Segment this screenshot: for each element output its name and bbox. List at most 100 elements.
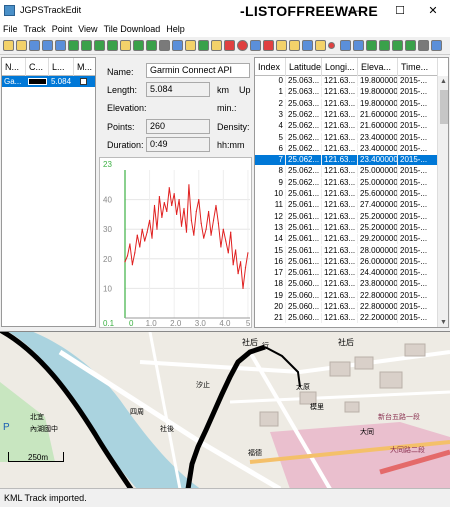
column-elevation[interactable]: Eleva... bbox=[358, 58, 398, 76]
track-row[interactable]: Ga... 5.084 bbox=[2, 76, 95, 87]
record-icon[interactable] bbox=[328, 42, 335, 49]
table-cell: 2015-... bbox=[398, 256, 438, 267]
chart-icon[interactable] bbox=[185, 40, 196, 51]
table-cell: 121.63... bbox=[322, 211, 358, 222]
delete-icon[interactable] bbox=[224, 40, 235, 51]
open-file-icon[interactable] bbox=[16, 40, 27, 51]
table-row[interactable]: 20 25.060... 121.63... 22.800000 2015-... bbox=[255, 302, 438, 313]
scroll-up-arrow[interactable]: ▲ bbox=[438, 76, 448, 87]
table-row[interactable]: 12 25.061... 121.63... 25.200000 2015-... bbox=[255, 211, 438, 222]
zoom-track-icon[interactable] bbox=[250, 40, 261, 51]
download-icon[interactable] bbox=[68, 40, 79, 51]
table-cell: 2015-... bbox=[398, 211, 438, 222]
table-row[interactable]: 6 25.062... 121.63... 23.400000 2015-... bbox=[255, 143, 438, 154]
stop-icon[interactable] bbox=[237, 40, 248, 51]
column-longitude[interactable]: Longi... bbox=[322, 58, 358, 76]
table-row[interactable]: 11 25.061... 121.63... 27.400000 2015-... bbox=[255, 200, 438, 211]
table-row[interactable]: 5 25.062... 121.63... 23.400000 2015-... bbox=[255, 132, 438, 143]
zoom-out-icon[interactable] bbox=[289, 40, 300, 51]
table-row[interactable]: 9 25.062... 121.63... 25.000000 2015-... bbox=[255, 177, 438, 188]
length-label: Length: bbox=[107, 85, 138, 95]
elevation-data-point bbox=[163, 201, 165, 204]
merge-icon[interactable] bbox=[94, 40, 105, 51]
elevation-data-point bbox=[239, 261, 242, 263]
close-button[interactable]: ✕ bbox=[420, 2, 446, 20]
edit-icon[interactable] bbox=[120, 40, 131, 51]
grid-icon[interactable] bbox=[353, 40, 364, 51]
column-color[interactable]: C... bbox=[26, 58, 49, 76]
elevation-data-point bbox=[220, 246, 222, 248]
column-name[interactable]: N... bbox=[2, 58, 26, 76]
refresh-icon[interactable] bbox=[81, 40, 92, 51]
table-row[interactable]: 15 25.061... 121.63... 28.000000 2015-... bbox=[255, 245, 438, 256]
maximize-button[interactable]: ☐ bbox=[387, 2, 413, 20]
table-row[interactable]: 1 25.063... 121.63... 19.800000 2015-... bbox=[255, 87, 438, 98]
arrow-right-icon[interactable] bbox=[379, 40, 390, 51]
status-bar: KML Track imported. bbox=[0, 488, 450, 507]
table-row[interactable]: 7 25.062... 121.63... 23.400000 2015-... bbox=[255, 155, 438, 166]
map-label-2: 行 bbox=[262, 343, 269, 350]
elevation-data-point bbox=[146, 231, 148, 233]
save-as-icon[interactable] bbox=[42, 40, 53, 51]
elevation-data-point bbox=[131, 264, 133, 266]
column-index[interactable]: Index bbox=[255, 58, 286, 76]
menu-help[interactable]: Help bbox=[163, 22, 188, 37]
compress-icon[interactable] bbox=[146, 40, 157, 51]
track-visible-checkbox[interactable] bbox=[80, 78, 87, 85]
table-row[interactable]: 17 25.061... 121.63... 24.400000 2015-... bbox=[255, 268, 438, 279]
zoom-in-icon[interactable] bbox=[276, 40, 287, 51]
name-field[interactable]: Garmin Connect API bbox=[146, 63, 250, 78]
menu-point[interactable]: Point bbox=[49, 22, 76, 37]
select-icon[interactable] bbox=[315, 40, 326, 51]
column-time[interactable]: Time... bbox=[398, 58, 438, 76]
window-title: JGPSTrackEdit bbox=[20, 5, 82, 15]
arrow-left-icon[interactable] bbox=[405, 40, 416, 51]
save-icon[interactable] bbox=[29, 40, 40, 51]
remove-point-icon[interactable] bbox=[263, 40, 274, 51]
column-m[interactable]: M... bbox=[74, 58, 95, 76]
table-row[interactable]: 10 25.061... 121.63... 25.600000 2015-... bbox=[255, 189, 438, 200]
table-row[interactable]: 4 25.062... 121.63... 21.600000 2015-... bbox=[255, 121, 438, 132]
elevation-data-point bbox=[141, 228, 143, 230]
anchor-icon[interactable] bbox=[159, 40, 170, 51]
table-row[interactable]: 18 25.060... 121.63... 23.800000 2015-... bbox=[255, 279, 438, 290]
points-scrollbar[interactable]: ▲ ▼ bbox=[437, 76, 448, 327]
table-row[interactable]: 2 25.063... 121.63... 19.800000 2015-... bbox=[255, 98, 438, 109]
reverse-icon[interactable] bbox=[133, 40, 144, 51]
arrow-up-icon[interactable] bbox=[366, 40, 377, 51]
table-row[interactable]: 21 25.060... 121.63... 22.200000 2015-... bbox=[255, 313, 438, 324]
points-label: Points: bbox=[107, 122, 135, 132]
table-cell: 25.062... bbox=[286, 132, 322, 143]
menu-view[interactable]: View bbox=[75, 22, 100, 37]
upload-icon[interactable] bbox=[172, 40, 183, 51]
table-row[interactable]: 19 25.060... 121.63... 22.800000 2015-... bbox=[255, 290, 438, 301]
table-row[interactable]: 14 25.061... 121.63... 29.200000 2015-... bbox=[255, 234, 438, 245]
table-row[interactable]: 0 25.063... 121.63... 19.800000 2015-... bbox=[255, 76, 438, 87]
column-length[interactable]: L... bbox=[49, 58, 74, 76]
table-row[interactable]: 8 25.062... 121.63... 25.000000 2015-... bbox=[255, 166, 438, 177]
map-icon[interactable] bbox=[198, 40, 209, 51]
open-folder-icon[interactable] bbox=[3, 40, 14, 51]
zoom-fit-icon[interactable] bbox=[302, 40, 313, 51]
map-view[interactable]: 社后 行 社后 太原 大同 新台五路一段 汐止 北宜 四周 內湖國中 社後 模里… bbox=[0, 331, 450, 488]
info-icon[interactable] bbox=[431, 40, 442, 51]
menu-tile-download[interactable]: Tile Download bbox=[101, 22, 164, 37]
scroll-down-arrow[interactable]: ▼ bbox=[438, 317, 448, 327]
column-latitude[interactable]: Latitude bbox=[286, 58, 322, 76]
menu-file[interactable]: File bbox=[0, 22, 21, 37]
table-row[interactable]: 3 25.062... 121.63... 21.600000 2015-... bbox=[255, 109, 438, 121]
elevation-data-point bbox=[171, 204, 173, 207]
table-row[interactable]: 13 25.061... 121.63... 25.200000 2015-... bbox=[255, 222, 438, 234]
export-icon[interactable] bbox=[55, 40, 66, 51]
menu-track[interactable]: Track bbox=[21, 22, 49, 37]
minimize-button[interactable]: — bbox=[341, 2, 367, 20]
table-icon[interactable] bbox=[340, 40, 351, 51]
split-icon[interactable] bbox=[107, 40, 118, 51]
table-row[interactable]: 16 25.061... 121.63... 26.000000 2015-... bbox=[255, 256, 438, 267]
scroll-thumb[interactable] bbox=[440, 90, 448, 124]
table-cell: 28.000000 bbox=[360, 245, 398, 256]
arrow-down-icon[interactable] bbox=[392, 40, 403, 51]
list-icon[interactable] bbox=[211, 40, 222, 51]
table-cell: 2015-... bbox=[398, 76, 438, 87]
settings-icon[interactable] bbox=[418, 40, 429, 51]
